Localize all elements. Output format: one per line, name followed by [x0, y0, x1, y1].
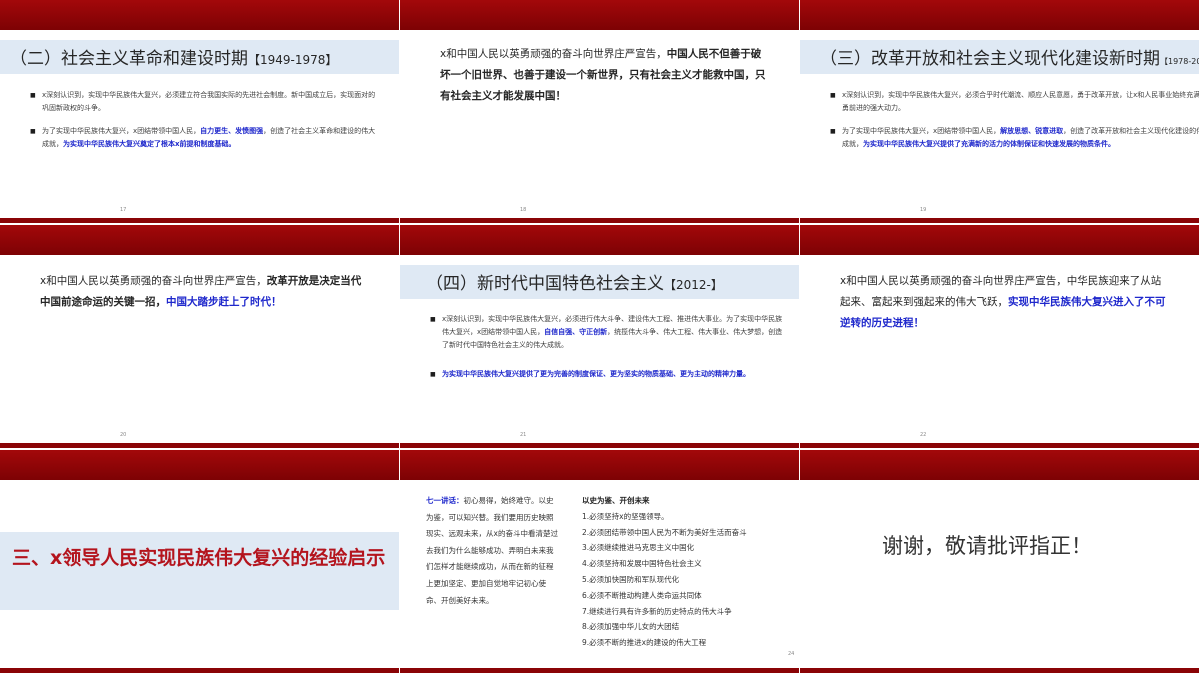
page-number: 18	[520, 207, 527, 213]
title-period: 【2012-】	[664, 278, 723, 292]
lessons-list: 以史为鉴、开创未来 1.必须坚持x的坚强领导。 2.必须团结带领中国人民为不断为…	[582, 493, 797, 651]
bullet-text: 为了实现中华民族伟大复兴，x团结带领中国人民，解放思想、锐意进取，创造了改革开放…	[830, 125, 1199, 151]
slide-thumbnail-25[interactable]: 谢谢，敬请批评指正！	[800, 450, 1199, 673]
slide-footer-bar	[0, 443, 399, 448]
slide-title: （四）新时代中国特色社会主义【2012-】	[426, 274, 723, 294]
slide-thumbnail-20[interactable]: x和中国人民以英勇顽强的奋斗向世界庄严宣告，改革开放是决定当代中国前途命运的关键…	[0, 225, 399, 448]
list-item: 5.必须加快国防和军队现代化	[582, 574, 680, 584]
slide-title: （二）社会主义革命和建设时期【1949-1978】	[10, 49, 338, 69]
page-number: 20	[120, 432, 127, 438]
slide-thumbnail-24[interactable]: 七一讲话：初心易得，始终难守。以史为鉴，可以知兴替。我们要用历史映照现实、远观未…	[400, 450, 799, 673]
slide-header-bar	[800, 0, 1199, 30]
list-item: 9.必须不断的推进x的建设的伟大工程	[582, 638, 707, 648]
page-number: 22	[920, 432, 927, 438]
statement-text: x和中国人民以英勇顽强的奋斗向世界庄严宣告，中华民族迎来了从站起来、富起来到强起…	[840, 275, 1166, 329]
bullet-text: 为实现中华民族伟大复兴提供了更为完善的制度保证、更为坚实的物质基础、更为主动的精…	[430, 368, 787, 381]
slide-footer-bar	[0, 668, 399, 673]
slide-header-bar	[800, 225, 1199, 255]
slide-header-bar	[0, 225, 399, 255]
highlight-text: 为实现中华民族伟大复兴奠定了根本x前提和制度基础。	[63, 140, 236, 148]
list-item: 1.必须坚持x的坚强领导。	[582, 511, 669, 521]
slide-footer-bar	[400, 668, 799, 673]
statement-text: x和中国人民以英勇顽强的奋斗向世界庄严宣告，中国人民不但善于破坏一个旧世界、也善…	[440, 48, 766, 102]
slide-footer-bar	[400, 218, 799, 223]
slide-thumbnail-18[interactable]: x和中国人民以英勇顽强的奋斗向世界庄严宣告，中国人民不但善于破坏一个旧世界、也善…	[400, 0, 799, 223]
slide-header-bar	[400, 450, 799, 480]
bullet-text: x深刻认识到，实现中华民族伟大复兴，必须进行伟大斗争、建设伟大工程、推进伟大事业…	[430, 313, 787, 352]
bullet-text: x深刻认识到，实现中华民族伟大复兴，必须合乎时代潮流、顺应人民意愿，勇于改革开放…	[830, 89, 1199, 115]
list-item: 6.必须不断推动构建人类命运共同体	[582, 590, 702, 600]
list-item: 8.必须加强中华儿女的大团结	[582, 622, 680, 632]
highlight-text: 解放思想、锐意进取	[1000, 127, 1064, 135]
slide-footer-bar	[0, 218, 399, 223]
slide-header-bar	[800, 450, 1199, 480]
section-heading: 三、x领导人民实现民族伟大复兴的经验启示	[12, 547, 386, 569]
title-period: 【1949-1978】	[248, 53, 338, 67]
slide-header-bar	[400, 0, 799, 30]
highlight-text: 自力更生、发愤图强	[200, 127, 264, 135]
slide-header-bar	[0, 450, 399, 480]
slide-footer-bar	[400, 443, 799, 448]
list-item: 2.必须团结带领中国人民为不断为美好生活而奋斗	[582, 527, 747, 537]
highlight-text: 为实现中华民族伟大复兴提供了充满新的活力的体制保证和快速发展的物质条件。	[863, 140, 1115, 148]
highlight-text: 自信自强、守正创新	[544, 328, 608, 336]
list-item: 4.必须坚持和发展中国特色社会主义	[582, 559, 702, 569]
slide-header-bar	[400, 225, 799, 255]
page-number: 21	[520, 432, 527, 438]
slide-thumbnail-17[interactable]: （二）社会主义革命和建设时期【1949-1978】 x深刻认识到，实现中华民族伟…	[0, 0, 399, 223]
slide-footer-bar	[800, 668, 1199, 673]
slide-thumbnail-21[interactable]: （四）新时代中国特色社会主义【2012-】 x深刻认识到，实现中华民族伟大复兴，…	[400, 225, 799, 448]
july-first-speech-quote: 七一讲话：初心易得，始终难守。以史为鉴，可以知兴替。我们要用历史映照现实、远观未…	[426, 496, 558, 605]
title-period: 【1978-2012】	[1160, 57, 1199, 66]
slide-footer-bar	[800, 443, 1199, 448]
slide-footer-bar	[800, 218, 1199, 223]
list-item: 7.继续进行具有许多新的历史特点的伟大斗争	[582, 606, 732, 616]
quote-label: 七一讲话：	[426, 496, 464, 505]
bullet-text: x深刻认识到，实现中华民族伟大复兴，必须建立符合我国实际的先进社会制度。新中国成…	[30, 89, 382, 115]
slide-thumbnail-19[interactable]: （三）改革开放和社会主义现代化建设新时期【1978-2012】 x深刻认识到，实…	[800, 0, 1199, 223]
slide-sorter-grid: （二）社会主义革命和建设时期【1949-1978】 x深刻认识到，实现中华民族伟…	[0, 0, 1200, 675]
thanks-text: 谢谢，敬请批评指正！	[882, 534, 1092, 558]
page-number: 19	[920, 207, 927, 213]
slide-title: （三）改革开放和社会主义现代化建设新时期【1978-2012】	[820, 44, 1199, 69]
slide-header-bar	[0, 0, 399, 30]
list-title: 以史为鉴、开创未来	[582, 496, 650, 505]
list-item: 3.必须继续推进马克思主义中国化	[582, 543, 695, 553]
page-number: 17	[120, 207, 127, 213]
page-number: 24	[788, 651, 795, 657]
statement-text: x和中国人民以英勇顽强的奋斗向世界庄严宣告，改革开放是决定当代中国前途命运的关键…	[40, 275, 362, 308]
highlight-text: 中国大踏步赶上了时代！	[166, 296, 282, 308]
bullet-text: 为了实现中华民族伟大复兴，x团结带领中国人民，自力更生、发愤图强，创造了社会主义…	[30, 125, 382, 151]
slide-thumbnail-22[interactable]: x和中国人民以英勇顽强的奋斗向世界庄严宣告，中华民族迎来了从站起来、富起来到强起…	[800, 225, 1199, 448]
slide-thumbnail-23[interactable]: 三、x领导人民实现民族伟大复兴的经验启示	[0, 450, 399, 673]
